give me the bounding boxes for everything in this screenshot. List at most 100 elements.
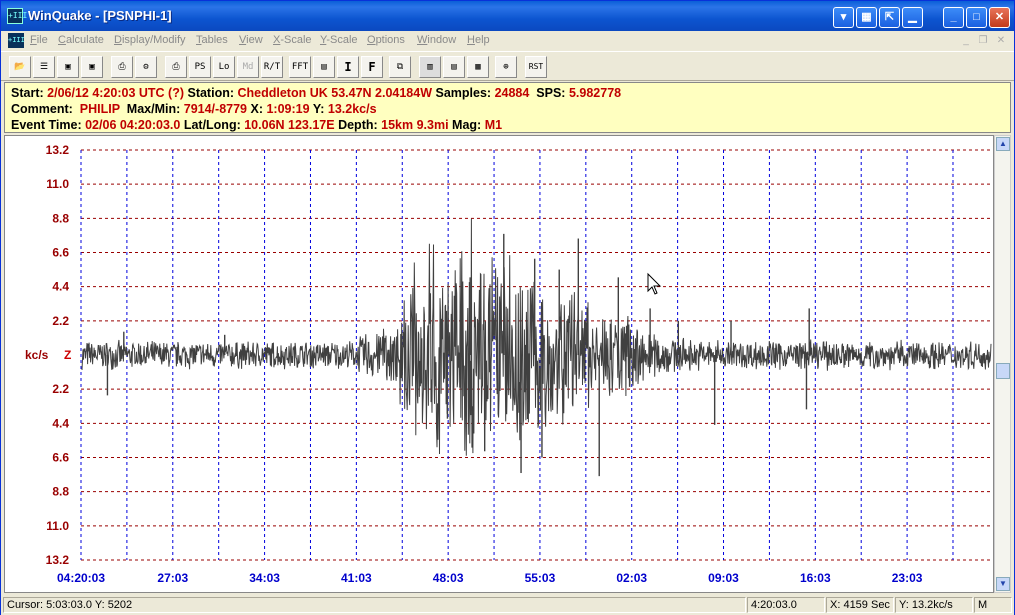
station-label: Station: — [187, 86, 235, 100]
comment-value: PHILIP — [79, 102, 120, 116]
start-value: 2/06/12 4:20:03 UTC (?) — [47, 86, 184, 100]
loc-button[interactable]: Lo — [213, 56, 235, 78]
winquake-window: +III WinQuake - [PSNPHI-1] ▾ ▦ ⇱ ▁ _ □ ✕… — [0, 0, 1015, 615]
y-tick-label: 6.6 — [52, 246, 69, 260]
grid-icon[interactable]: ▦ — [856, 7, 877, 28]
y-tick-label: 6.6 — [52, 451, 69, 465]
app-icon[interactable]: +III — [7, 8, 27, 24]
menu-options[interactable]: Options — [367, 34, 405, 46]
event-time-label: Event Time: — [11, 118, 82, 132]
status-mode: M — [974, 597, 1012, 613]
scroll-up-arrow-icon[interactable]: ▲ — [996, 137, 1010, 151]
y-tick-label: 13.2 — [46, 553, 70, 567]
menu-help[interactable]: Help — [467, 34, 490, 46]
x-value: 1:09:19 — [266, 102, 310, 116]
x-tick-label: 34:03 — [249, 571, 280, 585]
y-tick-label: 4.4 — [52, 280, 69, 294]
y-tick-label: 8.8 — [52, 211, 69, 225]
zoom-grid-icon[interactable]: ▦ — [467, 56, 489, 78]
mag-label: Mag: — [452, 118, 482, 132]
x-tick-label: 04:20:03 — [57, 571, 105, 585]
latlong-value: 10.06N 123.17E — [244, 118, 335, 132]
fft-button[interactable]: FFT — [289, 56, 311, 78]
status-y-value: Y: 13.2kc/s — [895, 597, 973, 613]
y-tick-label: 2.2 — [52, 314, 69, 328]
menu-x-scale[interactable]: X-Scale — [273, 34, 312, 46]
info-line-3: Event Time: 02/06 04:20:03.0 Lat/Long: 1… — [11, 117, 1004, 132]
seismogram-svg[interactable]: 13.2 11.0 8.8 6.6 4.4 2.2 2.2 4.4 6.6 8.8 11.0 13.2… — [5, 136, 993, 592]
menu-tables[interactable]: Tables — [196, 34, 228, 46]
ps-button[interactable]: PS — [189, 56, 211, 78]
save-icon[interactable]: ▣ — [57, 56, 79, 78]
menu-display-modify[interactable]: Display/Modify — [114, 34, 186, 46]
depth-value: 15km 9.3mi — [381, 118, 449, 132]
mdi-close-button[interactable]: ✕ — [994, 34, 1008, 47]
close-button[interactable]: ✕ — [989, 7, 1010, 28]
scroll-thumb[interactable] — [996, 363, 1010, 379]
print-icon[interactable]: ⎙ — [165, 56, 187, 78]
scroll-down-icon[interactable]: ▾ — [833, 7, 854, 28]
info-line-1: Start: 2/06/12 4:20:03 UTC (?) Station: … — [11, 85, 1004, 101]
title-bar[interactable]: +III WinQuake - [PSNPHI-1] ▾ ▦ ⇱ ▁ _ □ ✕ — [1, 1, 1014, 31]
latlong-label: Lat/Long: — [183, 118, 241, 132]
menu-bar: +III File Calculate Display/Modify Tables Vi… — [1, 31, 1014, 50]
mag-value: M1 — [484, 118, 503, 132]
x-label: X: — [250, 102, 264, 116]
fft-filter-icon[interactable]: ▤ — [313, 56, 335, 78]
x-tick-label: 41:03 — [341, 571, 372, 585]
document-icon[interactable]: +III — [8, 33, 25, 48]
menu-calculate[interactable]: Calculate — [58, 34, 104, 46]
settings-icon[interactable]: ⚙ — [135, 56, 157, 78]
rollup-icon[interactable]: ▁ — [902, 7, 923, 28]
samples-label: Samples: — [435, 86, 492, 100]
x-tick-label: 48:03 — [433, 571, 464, 585]
y-tick-label: 11.0 — [46, 519, 69, 533]
sps-label: SPS: — [536, 86, 566, 100]
x-tick-label: 27:03 — [157, 571, 188, 585]
y-tick-label: 13.2 — [46, 143, 70, 157]
status-x-seconds: X: 4159 Sec — [826, 597, 894, 613]
x-tick-label: 02:03 — [616, 571, 647, 585]
y-tick-label: 8.8 — [52, 485, 69, 499]
x-tick-label: 16:03 — [800, 571, 831, 585]
y-tick-label: 2.2 — [52, 382, 69, 396]
info-panel: Start: 2/06/12 4:20:03 UTC (?) Station: … — [4, 82, 1011, 133]
toolbar: 📂 ☰ ▣ ▣ ⎙ ⚙ ⎙ PS Lo Md R/T FFT ▤ I F ⧉ ▥… — [1, 51, 1014, 81]
menu-view[interactable]: View — [239, 34, 263, 46]
rt-button[interactable]: R/T — [261, 56, 283, 78]
filter-button[interactable]: F — [361, 56, 383, 78]
event-time-value: 02/06 04:20:03.0 — [85, 118, 181, 132]
vertical-grid-icon[interactable]: ▥ — [419, 56, 441, 78]
horizontal-grid-icon[interactable]: ▤ — [443, 56, 465, 78]
start-label: Start: — [11, 86, 44, 100]
reset-button[interactable]: RST — [525, 56, 547, 78]
scroll-down-arrow-icon[interactable]: ▼ — [996, 577, 1010, 591]
minimize-button[interactable]: _ — [943, 7, 964, 28]
maxmin-value: 7914/-8779 — [183, 102, 248, 116]
depth-label: Depth: — [338, 118, 378, 132]
menu-file[interactable]: File — [30, 34, 48, 46]
integrate-button[interactable]: I — [337, 56, 359, 78]
window-title: WinQuake - [PSNPHI-1] — [28, 8, 172, 23]
pin-icon[interactable]: ⇱ — [879, 7, 900, 28]
mag-button[interactable]: Md — [237, 56, 259, 78]
seismogram-plot[interactable]: 13.2 11.0 8.8 6.6 4.4 2.2 2.2 4.4 6.6 8.8 11.0 13.2… — [4, 135, 994, 593]
vertical-scrollbar[interactable]: ▲ ▼ — [994, 135, 1011, 593]
open-folder-icon[interactable]: 📂 — [9, 56, 31, 78]
list-icon[interactable]: ☰ — [33, 56, 55, 78]
mdi-restore-button[interactable]: ❐ — [976, 34, 990, 47]
status-bar: Cursor: 5:03:03.0 Y: 5202 4:20:03.0 X: 4… — [1, 595, 1014, 615]
copy-icon[interactable]: ⧉ — [389, 56, 411, 78]
menu-y-scale[interactable]: Y-Scale — [320, 34, 358, 46]
print-preview-icon[interactable]: ⎙ — [111, 56, 133, 78]
status-time: 4:20:03.0 — [747, 597, 825, 613]
samples-value: 24884 — [494, 86, 530, 100]
mouse-cursor-icon — [647, 272, 662, 295]
maximize-button[interactable]: □ — [966, 7, 987, 28]
mdi-minimize-button[interactable]: _ — [959, 34, 973, 47]
save-as-icon[interactable]: ▣ — [81, 56, 103, 78]
x-tick-label: 55:03 — [525, 571, 556, 585]
crosshair-icon[interactable]: ⊕ — [495, 56, 517, 78]
sps-value: 5.982778 — [568, 86, 622, 100]
menu-window[interactable]: Window — [417, 34, 456, 46]
